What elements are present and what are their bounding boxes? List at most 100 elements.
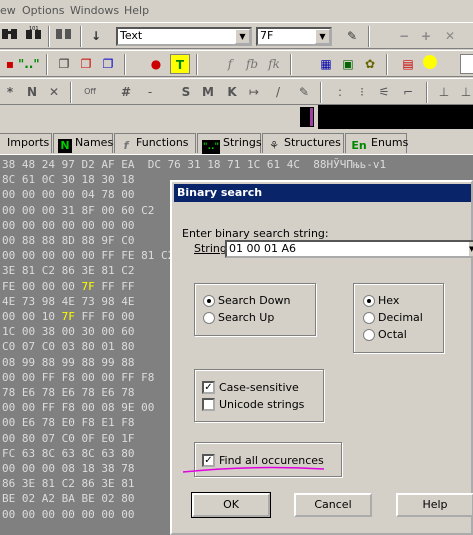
bracket-icon[interactable]: ⌐ [398,82,418,102]
case-sensitive-checkbox[interactable]: ✓ [202,381,215,394]
tab-imports-label: Imports [7,136,50,149]
hex-line: 00 E6 78 E0 F8 E1 F8 [2,416,135,430]
toolbar3-slash[interactable]: / [268,82,288,102]
search-string-input[interactable]: 01 00 01 A6 ▼ [225,240,473,258]
tab-strings[interactable]: ".." Strings [197,133,262,154]
code-icon[interactable]: ▪ [0,54,20,74]
hex-line: BE 02 A2 BA BE 02 80 [2,492,135,506]
gear-icon[interactable]: ✿ [360,54,380,74]
hex-radio[interactable] [363,295,375,307]
colon-icon[interactable]: : [330,82,350,102]
navigation-band[interactable] [0,105,473,129]
search-down-radio[interactable] [203,295,215,307]
hex-line: 86 3E 81 C2 86 3E 81 [2,477,135,491]
tab-enums-label: Enums [371,136,409,149]
ok-button[interactable]: OK [191,492,271,518]
search-prompt: Enter binary search string: [182,227,329,240]
octal-radio[interactable] [363,329,375,341]
struct-icon[interactable]: ⚟ [374,82,394,102]
align-b-icon[interactable]: ⊥ [456,82,473,102]
toolbar3-m[interactable]: M [198,82,218,102]
hex-line: 3E 81 C2 86 3E 81 C2 [2,264,135,278]
functions-icon: f [123,139,129,152]
cross-icon[interactable]: ✕ [44,82,64,102]
strings-icon: ".." [202,140,220,154]
plus-icon[interactable]: + [416,26,436,46]
string-icon[interactable]: ".." [18,54,40,74]
cancel-button[interactable]: Cancel [294,493,372,517]
tab-functions[interactable]: f Functions [114,133,196,153]
hex-line: 00 00 10 7F FF F0 00 [2,310,135,323]
window-blue-icon[interactable]: ❐ [98,54,118,74]
document-icon[interactable]: ▤ [398,54,418,74]
calculator-icon[interactable]: ▦ [316,54,336,74]
menu-options[interactable]: Options [22,4,64,17]
jump-down-icon[interactable]: ↓ [86,26,106,46]
chevron-down-icon[interactable]: ▼ [469,242,473,256]
function-icon[interactable]: f [220,54,240,74]
decimal-label[interactable]: Decimal [378,311,423,324]
decimal-radio[interactable] [363,312,375,324]
dots-icon[interactable]: ⁝ [352,82,372,102]
menu-help[interactable]: Help [124,4,149,17]
chevron-down-icon[interactable]: ▼ [315,29,330,44]
tab-imports[interactable]: Imports [0,133,52,153]
highlight-underline [182,466,325,473]
direction-group [194,283,316,336]
tab-structures-label: Structures [284,136,341,149]
toolbar3-s[interactable]: S [176,82,196,102]
toolbar3-offset[interactable]: Off [80,82,100,102]
hex-line: 1C 00 38 00 30 00 60 [2,325,135,339]
toolbar3-n[interactable]: N [22,82,42,102]
pencil-icon[interactable]: ✎ [294,82,314,102]
minus-icon[interactable]: − [394,26,414,46]
hex-line: 00 00 00 00 04 78 00 [2,188,135,202]
value-combo[interactable]: 7F ▼ [256,27,332,46]
hex-line: 00 80 07 C0 0F E0 1F [2,431,135,445]
binoculars-icon[interactable] [0,26,20,46]
help-button[interactable]: Help [396,493,473,517]
graph-icon[interactable]: ▣ [338,54,358,74]
display-mode-combo[interactable]: Text ▼ [116,27,252,46]
blank-icon[interactable] [460,54,473,74]
chevron-down-icon[interactable]: ▼ [235,29,250,44]
window-red-icon[interactable]: ❐ [76,54,96,74]
menu-windows[interactable]: Windows [70,4,119,17]
hex-line: 08 99 88 99 88 99 88 [2,355,135,369]
search-down-label[interactable]: Search Down [218,294,290,307]
unicode-label[interactable]: Unicode strings [219,398,304,411]
octal-label[interactable]: Octal [378,328,407,341]
yellow-circle-icon[interactable] [420,54,440,74]
window-icon[interactable]: ❐ [54,54,74,74]
pin-icon[interactable]: ● [146,54,166,74]
tab-enums[interactable]: En Enums [345,133,409,153]
search-up-label[interactable]: Search Up [218,311,274,324]
tab-names-label: Names [75,136,114,149]
tab-strings-label: Strings [223,136,262,149]
binoculars-101-icon[interactable]: 101 [24,26,44,46]
toolbar3-star[interactable]: * [0,82,20,102]
toolbar3-k[interactable]: K [222,82,242,102]
display-mode-value: Text [120,29,143,42]
toolbar-2: ▪ ".." ❐ ❐ ❐ ● T f fb fk ▦ ▣ ✿ ▤ [0,50,473,77]
text-t-icon[interactable]: T [170,54,190,74]
toolbar-3: * N ✕ Off # - S M K ↦ / ✎ : ⁝ ⚟ ⌐ ⊥ ⊥ [0,78,473,105]
hex-label[interactable]: Hex [378,294,399,307]
unicode-checkbox[interactable] [202,398,215,411]
tab-names[interactable]: N Names [53,133,113,153]
pen-icon[interactable]: ✎ [342,26,362,46]
search-up-radio[interactable] [203,312,215,324]
arrow-icon[interactable]: ↦ [244,82,264,102]
tab-structures[interactable]: ⚘ Structures [262,133,344,153]
tab-functions-label: Functions [136,136,189,149]
binoculars-next-icon[interactable] [54,26,74,46]
menu-view[interactable]: ew [0,4,16,17]
close-icon[interactable]: ✕ [440,26,460,46]
toolbar3-hash[interactable]: # [116,82,136,102]
nav-cursor [310,108,313,126]
align-icon[interactable]: ⊥ [434,82,454,102]
case-sensitive-label[interactable]: Case-sensitive [219,381,299,394]
function-k-icon[interactable]: fk [264,54,284,74]
function-b-icon[interactable]: fb [242,54,262,74]
minus-icon[interactable]: - [140,82,160,102]
